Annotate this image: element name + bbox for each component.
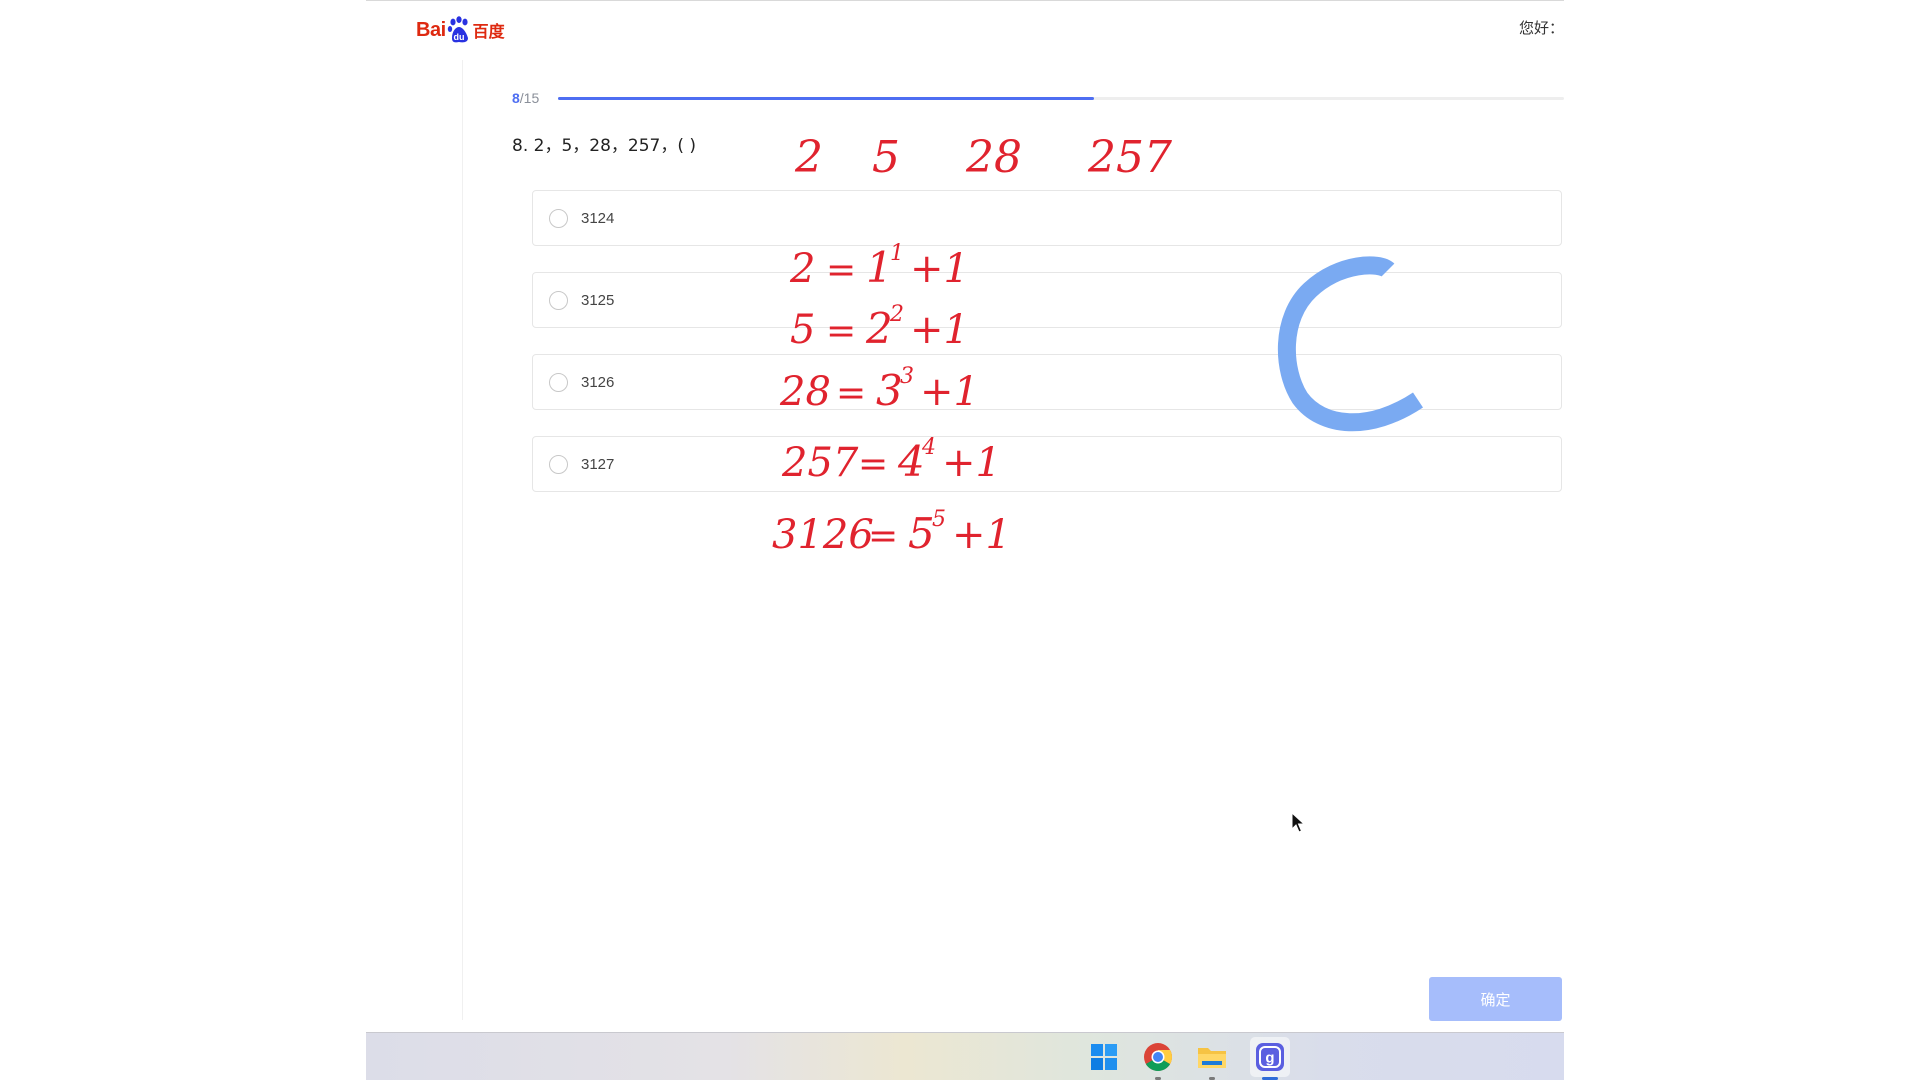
svg-text:g: g (1265, 1050, 1274, 1067)
question-text: 8. 2，5，28，257，( ) (512, 136, 697, 156)
confirm-button[interactable]: 确定 (1429, 977, 1562, 1021)
option-label: 3126 (581, 373, 615, 391)
taskbar: g (366, 1032, 1564, 1080)
logo-text-du: du (453, 32, 464, 42)
radio-icon[interactable] (549, 290, 568, 310)
logo-text-cn: 百度 (472, 22, 505, 41)
option-label: 3124 (581, 209, 615, 227)
radio-icon[interactable] (549, 372, 568, 392)
question-progress: 8/15 (512, 88, 1564, 108)
content-left-divider (462, 60, 463, 1020)
answer-options: 3124 3125 3126 3127 (532, 190, 1562, 518)
option-a[interactable]: 3124 (532, 190, 1562, 246)
option-d[interactable]: 3127 (532, 436, 1562, 492)
app-window: Bai du 百度 您好： 8/15 8. 2，5，28，257，( ) 312… (366, 0, 1564, 1080)
option-label: 3125 (581, 291, 615, 309)
radio-icon[interactable] (549, 208, 568, 228)
user-greeting[interactable]: 您好： (1519, 17, 1564, 38)
option-c[interactable]: 3126 (532, 354, 1562, 410)
window-top-border (366, 0, 1564, 1)
radio-icon[interactable] (549, 454, 568, 474)
windows-start-icon[interactable] (1088, 1041, 1120, 1073)
screen: Bai du 百度 您好： 8/15 8. 2，5，28，257，( ) 312… (0, 0, 1920, 1080)
progress-track (558, 96, 1564, 100)
progress-fill (558, 96, 1095, 100)
baidu-logo[interactable]: Bai du 百度 (416, 14, 505, 46)
option-b[interactable]: 3125 (532, 272, 1562, 328)
paw-icon: du (447, 16, 468, 43)
app-g-icon[interactable]: g (1250, 1037, 1290, 1080)
mouse-cursor-icon (1291, 812, 1305, 833)
progress-current: 8 (512, 90, 520, 106)
progress-total: /15 (519, 90, 540, 106)
progress-counter: 8/15 (512, 90, 554, 106)
chrome-icon[interactable] (1142, 1041, 1174, 1080)
file-explorer-icon[interactable] (1196, 1041, 1228, 1080)
logo-text-bai: Bai (416, 18, 446, 41)
option-label: 3127 (581, 455, 615, 473)
taskbar-icons: g (1088, 1033, 1290, 1080)
